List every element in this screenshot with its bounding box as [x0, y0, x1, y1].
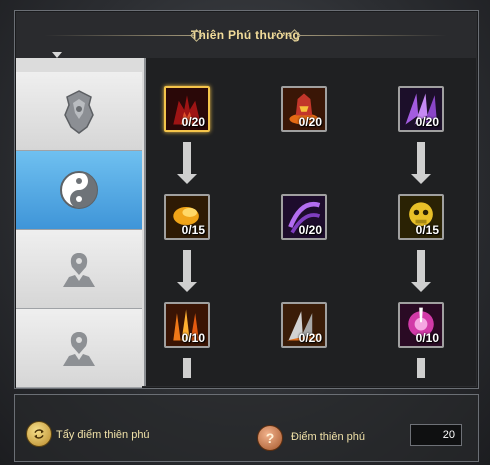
- talent-level: 0/20: [181, 115, 205, 129]
- talent-level: 0/20: [415, 115, 439, 129]
- reset-points-button[interactable]: [26, 421, 52, 447]
- talent-node-3[interactable]: 0/20: [398, 86, 444, 132]
- talent-level: 0/10: [415, 331, 439, 345]
- connector-stub: [183, 358, 191, 378]
- talent-node-6[interactable]: 0/15: [398, 194, 444, 240]
- person-silhouette-icon: [63, 332, 95, 366]
- talent-category-sidebar: [16, 58, 146, 388]
- arrow-down-icon: [177, 250, 197, 294]
- tab-person-2[interactable]: [16, 309, 142, 388]
- arrow-down-icon: [411, 250, 431, 294]
- tab-shield-crest[interactable]: [16, 72, 142, 151]
- title-line-left: [44, 35, 194, 36]
- yin-yang-icon: [60, 171, 98, 209]
- talent-node-4[interactable]: 0/15: [164, 194, 210, 240]
- talent-points-value: 20: [410, 424, 462, 446]
- arrow-down-icon: [177, 142, 197, 186]
- tab-person-1[interactable]: [16, 230, 142, 309]
- shield-crest-icon: [64, 90, 94, 134]
- refresh-icon: [34, 429, 44, 439]
- talent-node-2[interactable]: 0/20: [281, 86, 327, 132]
- talent-level: 0/20: [298, 331, 322, 345]
- talent-node-7[interactable]: 0/10: [164, 302, 210, 348]
- help-button[interactable]: ?: [257, 425, 283, 451]
- talent-node-8[interactable]: 0/20: [281, 302, 327, 348]
- talent-level: 0/10: [181, 331, 205, 345]
- tab-yin-yang[interactable]: [16, 151, 142, 230]
- talent-node-1[interactable]: 0/20: [164, 86, 210, 132]
- person-silhouette-icon: [63, 253, 95, 287]
- arrow-down-icon: [411, 142, 431, 186]
- window-title: Thiên Phú thường: [190, 28, 301, 42]
- connector-stub: [417, 358, 425, 378]
- talent-level: 0/15: [415, 223, 439, 237]
- talent-tree: 0/20 0/20 0/20 0/15 0/20 0/15 0/10 0/20 …: [146, 58, 476, 386]
- talent-node-5[interactable]: 0/20: [281, 194, 327, 240]
- talent-level: 0/15: [181, 223, 205, 237]
- talent-level: 0/20: [298, 223, 322, 237]
- talent-node-9[interactable]: 0/10: [398, 302, 444, 348]
- title-bar: Thiên Phú thường: [14, 18, 477, 52]
- caret-down-icon: [52, 52, 62, 58]
- talent-level: 0/20: [298, 115, 322, 129]
- reset-points-label[interactable]: Tẩy điểm thiên phú: [56, 429, 150, 441]
- talent-points-label: Điểm thiên phú: [291, 431, 365, 443]
- title-line-right: [297, 35, 447, 36]
